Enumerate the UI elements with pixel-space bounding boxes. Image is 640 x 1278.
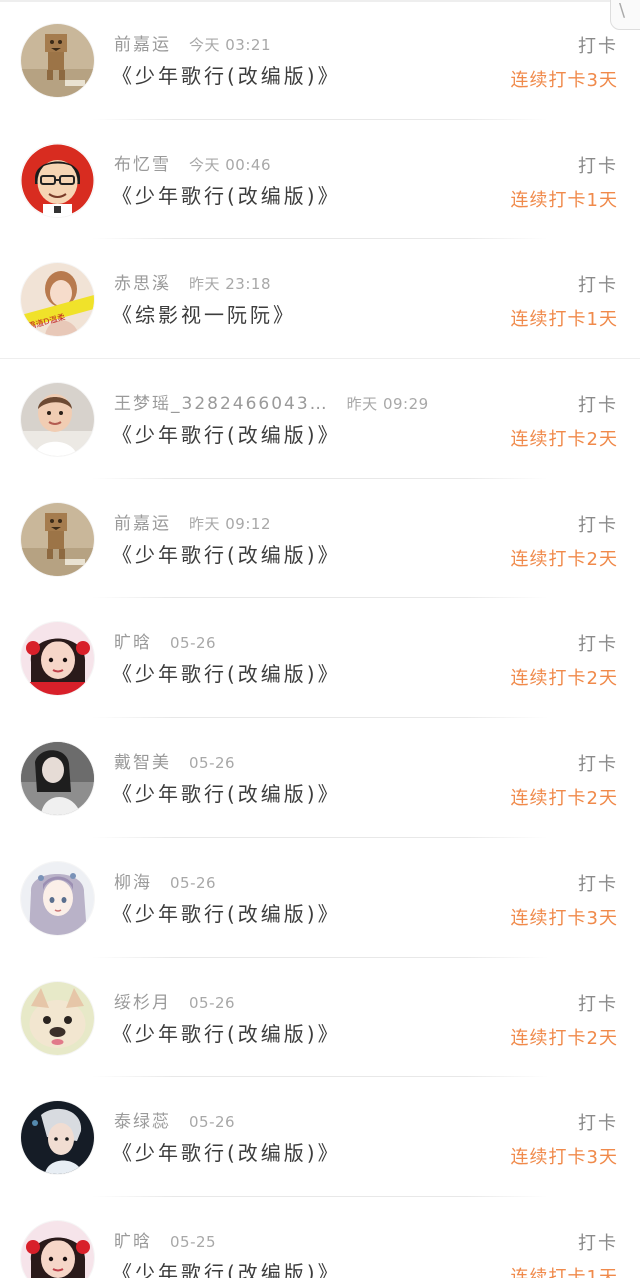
book-title[interactable]: 《少年歌行(改编版)》 (112, 778, 341, 807)
username[interactable]: 王梦瑶_3282466043… (114, 394, 329, 414)
checkin-label: 打卡 (578, 36, 618, 57)
checkin-label: 打卡 (578, 1232, 618, 1254)
checkin-row[interactable]: 霸道D温柔 赤思溪 昨天 23:18 《综影视一阮阮》 打卡连续打卡1天 (0, 239, 640, 359)
checkin-label: 打卡 (578, 993, 618, 1015)
avatar[interactable] (21, 1101, 94, 1175)
username[interactable]: 泰绿蕊 (114, 1112, 171, 1132)
checkin-label: 打卡 (578, 754, 618, 776)
user-meta: 前嘉运 昨天 09:12 (114, 509, 271, 535)
streak-badge: 连续打卡2天 (510, 668, 618, 690)
user-meta: 绥杉月 05-26 (114, 988, 235, 1014)
checkin-label: 打卡 (578, 395, 618, 417)
streak-badge: 连续打卡3天 (510, 1147, 618, 1169)
checkin-row[interactable]: 前嘉运 今天 03:21 《少年歌行(改编版)》 打卡连续打卡3天 (0, 0, 640, 120)
checkin-row[interactable]: 绥杉月 05-26 《少年歌行(改编版)》 打卡连续打卡2天 (0, 958, 640, 1078)
checkin-label: 打卡 (578, 275, 618, 297)
streak-badge: 连续打卡1天 (510, 1266, 618, 1278)
username[interactable]: 绥杉月 (114, 993, 171, 1013)
user-meta: 旷晗 05-26 (114, 628, 216, 654)
checkin-row[interactable]: 旷晗 05-25 《少年歌行(改编版)》 打卡连续打卡1天 (0, 1197, 640, 1278)
checkin-label: 打卡 (578, 873, 618, 895)
streak-badge: 连续打卡3天 (510, 907, 618, 929)
avatar[interactable] (21, 502, 94, 576)
checkin-time: 05-26 (189, 754, 236, 773)
checkin-time: 昨天 09:29 (346, 395, 429, 414)
checkin-time: 昨天 23:18 (189, 275, 271, 294)
streak-badge: 连续打卡3天 (510, 70, 618, 91)
checkin-time: 05-26 (189, 993, 236, 1012)
checkin-time: 昨天 09:12 (189, 514, 271, 533)
book-title[interactable]: 《少年歌行(改编版)》 (112, 419, 341, 448)
checkin-list: \ 前嘉运 今天 03:21 《少年歌行(改编版)》 打卡 连续打卡3天 布忆雪… (0, 0, 640, 1278)
checkin-row[interactable]: 戴智美 05-26 《少年歌行(改编版)》 打卡连续打卡2天 (0, 718, 640, 838)
streak-badge: 连续打卡2天 (510, 1027, 618, 1049)
streak-badge: 连续打卡2天 (510, 429, 618, 451)
username[interactable]: 前嘉运 (114, 35, 171, 55)
avatar[interactable] (21, 1220, 94, 1278)
avatar[interactable] (21, 742, 94, 816)
checkin-time: 今天 03:21 (189, 36, 271, 54)
book-title[interactable]: 《少年歌行(改编版)》 (112, 180, 341, 209)
avatar[interactable] (21, 622, 94, 696)
username[interactable]: 柳海 (114, 873, 152, 893)
streak-badge: 连续打卡1天 (510, 189, 618, 211)
avatar[interactable] (21, 143, 94, 217)
username[interactable]: 前嘉运 (114, 514, 171, 534)
book-title[interactable]: 《少年歌行(改编版)》 (112, 658, 341, 687)
checkin-label: 打卡 (578, 634, 618, 656)
checkin-row[interactable]: 旷晗 05-26 《少年歌行(改编版)》 打卡连续打卡2天 (0, 598, 640, 718)
book-title[interactable]: 《少年歌行(改编版)》 (112, 60, 341, 89)
book-title[interactable]: 《综影视一阮阮》 (112, 299, 296, 328)
checkin-label: 打卡 (578, 155, 618, 177)
checkin-label: 打卡 (578, 514, 618, 536)
user-meta: 王梦瑶_3282466043… 昨天 09:29 (114, 389, 429, 415)
checkin-row[interactable]: 前嘉运 昨天 09:12 《少年歌行(改编版)》 打卡连续打卡2天 (0, 479, 640, 599)
username[interactable]: 赤思溪 (114, 274, 171, 294)
avatar[interactable]: 霸道D温柔 (21, 263, 94, 337)
book-title[interactable]: 《少年歌行(改编版)》 (112, 539, 341, 568)
book-title[interactable]: 《少年歌行(改编版)》 (112, 1257, 341, 1278)
user-meta: 泰绿蕊 05-26 (114, 1107, 235, 1133)
checkin-row[interactable]: 王梦瑶_3282466043… 昨天 09:29 《少年歌行(改编版)》 打卡连续打卡… (0, 359, 640, 479)
checkin-row[interactable]: 柳海 05-26 《少年歌行(改编版)》 打卡连续打卡3天 (0, 838, 640, 958)
checkin-rows: 前嘉运 今天 03:21 《少年歌行(改编版)》 打卡 连续打卡3天 布忆雪 今天 00:… (0, 0, 640, 1278)
checkin-time: 05-26 (170, 873, 217, 892)
username[interactable]: 旷晗 (114, 633, 152, 653)
avatar[interactable] (21, 24, 94, 97)
book-title[interactable]: 《少年歌行(改编版)》 (112, 898, 341, 927)
user-meta: 旷晗 05-25 (114, 1227, 216, 1253)
avatar[interactable] (21, 981, 94, 1055)
user-meta: 前嘉运 今天 03:21 (114, 30, 271, 56)
checkin-row[interactable]: 泰绿蕊 05-26 《少年歌行(改编版)》 打卡连续打卡3天 (0, 1077, 640, 1197)
checkin-time: 今天 00:46 (189, 155, 271, 174)
user-meta: 赤思溪 昨天 23:18 (114, 269, 271, 295)
avatar[interactable] (21, 383, 94, 457)
avatar[interactable] (21, 861, 94, 935)
streak-badge: 连续打卡2天 (510, 788, 618, 810)
checkin-time: 05-26 (170, 634, 217, 653)
book-title[interactable]: 《少年歌行(改编版)》 (112, 1137, 341, 1166)
user-meta: 柳海 05-26 (114, 868, 216, 894)
username[interactable]: 布忆雪 (114, 155, 171, 175)
streak-badge: 连续打卡1天 (510, 309, 618, 331)
checkin-row[interactable]: 布忆雪 今天 00:46 《少年歌行(改编版)》 打卡连续打卡1天 (0, 120, 640, 240)
username[interactable]: 戴智美 (114, 753, 171, 773)
checkin-time: 05-25 (170, 1232, 217, 1251)
user-meta: 布忆雪 今天 00:46 (114, 150, 271, 176)
checkin-label: 打卡 (578, 1113, 618, 1135)
checkin-time: 05-26 (189, 1113, 236, 1132)
user-meta: 戴智美 05-26 (114, 748, 235, 774)
streak-badge: 连续打卡2天 (510, 548, 618, 570)
book-title[interactable]: 《少年歌行(改编版)》 (112, 1018, 341, 1047)
username[interactable]: 旷晗 (114, 1232, 152, 1252)
